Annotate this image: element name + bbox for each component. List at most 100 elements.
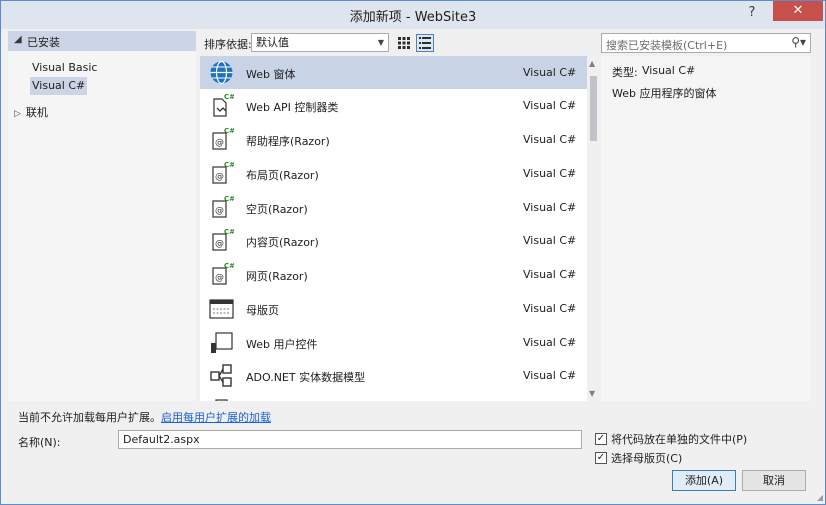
extension-notice: 当前不允许加载每用户扩展。启用每用户扩展的加载 — [18, 409, 271, 425]
resize-grip-icon[interactable]: ◢ — [817, 493, 823, 502]
template-language: Visual C# — [523, 234, 577, 247]
checkbox-checked-icon[interactable]: ✓ — [595, 433, 607, 445]
svg-text:@: @ — [215, 206, 224, 216]
tree-item-visual-basic[interactable]: Visual Basic — [30, 59, 99, 77]
template-row-razor-empty[interactable]: @ C# 空页(Razor) Visual C# — [200, 191, 587, 224]
template-language: Visual C# — [523, 133, 577, 146]
separate-code-label: 将代码放在单独的文件中(P) — [611, 433, 748, 446]
template-list-scrollbar[interactable]: ▲ ▼ — [588, 56, 599, 401]
template-row-webapi-controller[interactable]: C# Web API 控制器类 Visual C# — [200, 89, 587, 122]
select-master-page-checkbox[interactable]: ✓ 选择母版页(C) — [595, 451, 682, 465]
template-list: Web 窗体 Visual C# C# Web API 控制器类 Visual … — [200, 56, 587, 401]
svg-text:C#: C# — [224, 161, 234, 169]
entity-model-icon — [210, 364, 232, 387]
tree-node-online-label: 联机 — [25, 106, 48, 119]
list-view-button[interactable] — [416, 34, 434, 52]
template-tree: ◢ 已安装 Visual Basic Visual C# ▷ 联机 — [8, 31, 196, 401]
template-row-master-page[interactable]: 母版页 Visual C# — [200, 292, 587, 325]
template-name: 母版页 — [246, 304, 279, 317]
add-button[interactable]: 添加(A) — [672, 470, 736, 491]
svg-text:C#: C# — [224, 262, 234, 270]
template-language: Visual C# — [523, 369, 577, 382]
enable-extensions-link[interactable]: 启用每用户扩展的加载 — [161, 411, 271, 424]
scroll-down-icon[interactable]: ▼ — [589, 389, 595, 398]
razor-icon: @ C# — [212, 161, 234, 184]
template-language: Visual C# — [523, 268, 577, 281]
template-name: 内容页(Razor) — [246, 236, 319, 249]
template-language: Visual C# — [523, 167, 577, 180]
tree-item-visual-csharp[interactable]: Visual C# — [30, 77, 88, 95]
list-view-icon — [419, 37, 431, 49]
tree-node-installed[interactable]: ◢ 已安装 — [8, 31, 196, 51]
template-icon — [215, 399, 228, 401]
collapsed-arrow-icon[interactable]: ▷ — [14, 109, 21, 119]
template-search-input[interactable]: 搜索已安装模板(Ctrl+E) ⚲▾ — [601, 33, 811, 53]
template-name: 网页(Razor) — [246, 270, 308, 283]
expanded-arrow-icon[interactable]: ◢ — [14, 34, 22, 45]
svg-text:@: @ — [215, 273, 224, 283]
template-row-partial[interactable] — [200, 394, 587, 401]
template-name: ADO.NET 实体数据模型 — [246, 371, 366, 384]
sort-label: 排序依据: — [204, 38, 252, 51]
master-page-icon — [209, 299, 234, 319]
svg-text:@: @ — [215, 138, 224, 148]
separate-code-checkbox[interactable]: ✓ 将代码放在单独的文件中(P) — [595, 432, 747, 446]
template-row-razor-content[interactable]: @ C# 内容页(Razor) Visual C# — [200, 224, 587, 257]
template-info-panel: 类型: Visual C# Web 应用程序的窗体 — [601, 56, 811, 401]
razor-icon: @ C# — [212, 127, 234, 150]
template-name: Web 用户控件 — [246, 338, 318, 351]
template-row-razor-webpage[interactable]: @ C# 网页(Razor) Visual C# — [200, 258, 587, 291]
tree-node-online[interactable]: ▷ 联机 — [14, 104, 48, 122]
svg-text:@: @ — [215, 172, 224, 182]
template-name: 布局页(Razor) — [246, 169, 319, 182]
chevron-down-icon: ▼ — [377, 38, 384, 47]
razor-icon: @ C# — [212, 262, 234, 285]
name-field[interactable]: Default2.aspx — [118, 430, 582, 449]
svg-text:C#: C# — [224, 127, 234, 135]
template-description: Web 应用程序的窗体 — [612, 87, 717, 100]
template-language: Visual C# — [523, 336, 577, 349]
svg-text:C#: C# — [224, 228, 234, 236]
globe-icon — [210, 60, 233, 85]
template-name: Web 窗体 — [246, 68, 296, 81]
grid-view-icon — [398, 37, 410, 49]
dialog-footer: 当前不允许加载每用户扩展。启用每用户扩展的加载 名称(N): Default2.… — [1, 403, 825, 504]
scroll-up-icon[interactable]: ▲ — [589, 59, 595, 68]
template-row-razor-layout[interactable]: @ C# 布局页(Razor) Visual C# — [200, 157, 587, 190]
template-row-web-form[interactable]: Web 窗体 Visual C# — [200, 56, 587, 89]
svg-text:@: @ — [215, 239, 224, 249]
grid-view-button[interactable] — [395, 34, 413, 52]
template-language: Visual C# — [523, 302, 577, 315]
razor-icon: @ C# — [212, 195, 234, 218]
template-language: Visual C# — [523, 66, 577, 79]
template-row-razor-helper[interactable]: @ C# 帮助程序(Razor) Visual C# — [200, 123, 587, 156]
template-language: Visual C# — [523, 99, 577, 112]
name-label: 名称(N): — [18, 436, 61, 449]
user-control-icon — [211, 332, 233, 353]
add-new-item-dialog: 添加新项 - WebSite3 ? ✕ ◢ 已安装 Visual Basic V… — [0, 0, 826, 505]
svg-text:C#: C# — [224, 93, 234, 101]
svg-text:C#: C# — [224, 195, 234, 203]
help-button[interactable]: ? — [743, 5, 761, 23]
close-button[interactable]: ✕ — [773, 1, 823, 21]
type-label: 类型: — [612, 66, 638, 79]
select-master-page-label: 选择母版页(C) — [611, 452, 683, 465]
template-name: 空页(Razor) — [246, 203, 308, 216]
template-row-web-user-control[interactable]: Web 用户控件 Visual C# — [200, 326, 587, 359]
window-title: 添加新项 - WebSite3 — [349, 10, 477, 25]
extension-notice-text: 当前不允许加载每用户扩展。 — [18, 411, 161, 424]
cancel-button[interactable]: 取消 — [742, 470, 806, 491]
sort-dropdown-value: 默认值 — [256, 36, 289, 49]
checkbox-checked-icon[interactable]: ✓ — [595, 452, 607, 464]
type-value: Visual C# — [642, 64, 696, 77]
search-placeholder: 搜索已安装模板(Ctrl+E) — [606, 39, 728, 52]
template-name: Web API 控制器类 — [246, 101, 339, 114]
sort-dropdown[interactable]: 默认值 ▼ — [251, 33, 389, 52]
template-row-ado-entity-model[interactable]: ADO.NET 实体数据模型 Visual C# — [200, 359, 587, 392]
scrollbar-thumb[interactable] — [590, 76, 597, 141]
title-bar: 添加新项 - WebSite3 ? ✕ — [1, 1, 825, 29]
search-icon[interactable]: ⚲▾ — [791, 35, 806, 49]
webapi-controller-icon: C# — [213, 93, 234, 117]
razor-icon: @ C# — [212, 228, 234, 251]
tree-node-installed-label: 已安装 — [27, 36, 60, 49]
